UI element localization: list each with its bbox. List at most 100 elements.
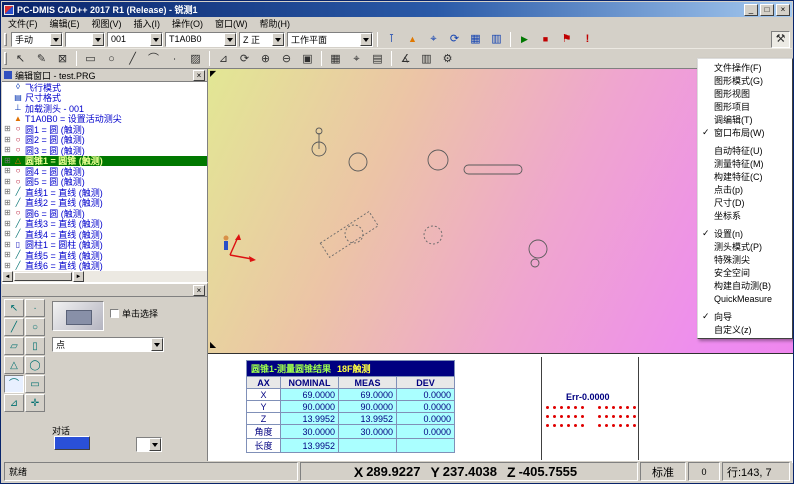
- expand-icon[interactable]: [4, 251, 13, 259]
- rect-icon[interactable]: ▭: [81, 50, 100, 67]
- menu-item-special-tips[interactable]: 特殊测尖: [699, 253, 791, 266]
- alert-icon[interactable]: !: [578, 31, 597, 48]
- line-icon[interactable]: ╱: [123, 50, 142, 67]
- select-icon[interactable]: ↖: [4, 299, 24, 317]
- slot-icon[interactable]: ▭: [25, 375, 45, 393]
- single-select-checkbox[interactable]: [110, 309, 119, 318]
- close-panel-button[interactable]: ×: [193, 70, 205, 81]
- probe-file-combo[interactable]: 001: [107, 32, 163, 47]
- probe-icon[interactable]: ⊺: [382, 31, 401, 48]
- menu-item-constructed-features[interactable]: 构建特征(C): [699, 170, 791, 183]
- pen-icon[interactable]: ✎: [32, 50, 51, 67]
- grid-icon[interactable]: ▦: [466, 31, 485, 48]
- menu-help[interactable]: 帮助(H): [254, 17, 297, 30]
- dropdown-arrow-icon[interactable]: [272, 33, 284, 46]
- view-combo[interactable]: 工作平面: [287, 32, 373, 47]
- expand-icon[interactable]: [4, 125, 13, 133]
- expand-icon[interactable]: [4, 220, 13, 228]
- dropdown-arrow-icon[interactable]: [92, 33, 104, 46]
- expand-icon[interactable]: [4, 157, 13, 165]
- angle-icon[interactable]: ⊿: [4, 394, 24, 412]
- menu-item-auto-insert-measure[interactable]: 构建自动测(B): [699, 279, 791, 292]
- menu-item-path-edit[interactable]: 调编辑(T): [699, 113, 791, 126]
- expand-icon[interactable]: [4, 241, 13, 249]
- speed-combo[interactable]: [65, 32, 105, 47]
- plane-icon[interactable]: ▱: [4, 337, 24, 355]
- rotate-view-icon[interactable]: ⟳: [445, 31, 464, 48]
- menu-item-alignment[interactable]: 坐标系: [699, 209, 791, 222]
- arc-icon[interactable]: ⌒: [4, 375, 24, 393]
- zoom-out-icon[interactable]: ⊖: [277, 50, 296, 67]
- circle-icon[interactable]: ○: [102, 50, 121, 67]
- menu-window[interactable]: 窗口(W): [209, 17, 254, 30]
- expand-icon[interactable]: [4, 167, 13, 175]
- cylinder-icon[interactable]: ▯: [25, 337, 45, 355]
- zoom-in-icon[interactable]: ⊕: [256, 50, 275, 67]
- menu-item-annotation[interactable]: 点击(p): [699, 183, 791, 196]
- menu-view[interactable]: 视图(V): [86, 17, 128, 30]
- menu-item-quickmeasure[interactable]: QuickMeasure: [699, 292, 791, 305]
- menu-file[interactable]: 文件(F): [2, 17, 44, 30]
- menu-item-window-layout[interactable]: 窗口布局(W): [699, 126, 791, 139]
- scroll-left-icon[interactable]: [2, 271, 13, 282]
- arc-icon[interactable]: ⌒: [144, 50, 163, 67]
- expand-icon[interactable]: [4, 199, 13, 207]
- options-icon[interactable]: ⚙: [438, 50, 457, 67]
- tip-combo[interactable]: T1A0B0: [165, 32, 237, 47]
- hatch-icon[interactable]: ▨: [186, 50, 205, 67]
- tip-icon[interactable]: ▲: [403, 31, 422, 48]
- tree-item[interactable]: ╱直线6 = 直线 (触测): [2, 261, 207, 272]
- mode-combo[interactable]: 手动: [11, 32, 63, 47]
- point-icon[interactable]: ∙: [25, 299, 45, 317]
- triangle-icon[interactable]: ⊿: [214, 50, 233, 67]
- grid-icon[interactable]: ▦: [326, 50, 345, 67]
- scroll-right-icon[interactable]: [73, 271, 84, 282]
- line-icon[interactable]: ╱: [4, 318, 24, 336]
- maximize-button[interactable]: □: [760, 4, 774, 16]
- zoom-fit-icon[interactable]: ▣: [298, 50, 317, 67]
- menu-item-graphic-modes[interactable]: 图形模式(G): [699, 74, 791, 87]
- expand-icon[interactable]: [4, 262, 13, 270]
- sphere-icon[interactable]: ◯: [25, 356, 45, 374]
- expand-icon[interactable]: [4, 136, 13, 144]
- target-icon[interactable]: ⌖: [424, 31, 443, 48]
- expand-icon[interactable]: [4, 178, 13, 186]
- expand-icon[interactable]: [4, 188, 13, 196]
- menu-item-customize[interactable]: 自定义(z): [699, 323, 791, 336]
- delete-icon[interactable]: ⊠: [53, 50, 72, 67]
- workplane-combo[interactable]: Z 正: [239, 32, 285, 47]
- menu-item-auto-features[interactable]: 自动特征(U): [699, 144, 791, 157]
- dropdown-arrow-icon[interactable]: [150, 33, 162, 46]
- menu-item-measured-features[interactable]: 测量特征(M): [699, 157, 791, 170]
- windows-icon[interactable]: ▥: [487, 31, 506, 48]
- expand-icon[interactable]: [4, 230, 13, 238]
- menu-edit[interactable]: 编辑(E): [44, 17, 86, 30]
- minimize-button[interactable]: _: [744, 4, 758, 16]
- scrollbar-thumb[interactable]: [14, 272, 72, 281]
- menu-item-graphic-view[interactable]: 图形视图: [699, 87, 791, 100]
- select-icon[interactable]: ↖: [11, 50, 30, 67]
- report-icon[interactable]: ▤: [368, 50, 387, 67]
- cone-icon[interactable]: △: [4, 356, 24, 374]
- mini-combo[interactable]: [136, 437, 162, 452]
- dropdown-arrow-icon[interactable]: [151, 338, 163, 351]
- menu-item-probe-mode[interactable]: 测头模式(P): [699, 240, 791, 253]
- close-panel-button[interactable]: ×: [193, 285, 205, 296]
- menu-item-clearance-space[interactable]: 安全空间: [699, 266, 791, 279]
- circle-icon[interactable]: ○: [25, 318, 45, 336]
- dropdown-arrow-icon[interactable]: [50, 33, 62, 46]
- menu-item-file-operations[interactable]: 文件操作(F): [699, 61, 791, 74]
- menu-operation[interactable]: 操作(O): [166, 17, 209, 30]
- stop-icon[interactable]: ■: [536, 31, 555, 48]
- expand-icon[interactable]: [4, 209, 13, 217]
- cross-icon[interactable]: ✛: [25, 394, 45, 412]
- close-button[interactable]: ×: [776, 4, 790, 16]
- origin-icon[interactable]: ⌖: [347, 50, 366, 67]
- dropdown-arrow-icon[interactable]: [360, 33, 372, 46]
- menu-item-settings[interactable]: 设置(n): [699, 227, 791, 240]
- rotate-icon[interactable]: ⟳: [235, 50, 254, 67]
- expand-icon[interactable]: [4, 146, 13, 154]
- flag-icon[interactable]: ⚑: [557, 31, 576, 48]
- views-icon[interactable]: ▥: [417, 50, 436, 67]
- menu-item-wizard[interactable]: 向导: [699, 310, 791, 323]
